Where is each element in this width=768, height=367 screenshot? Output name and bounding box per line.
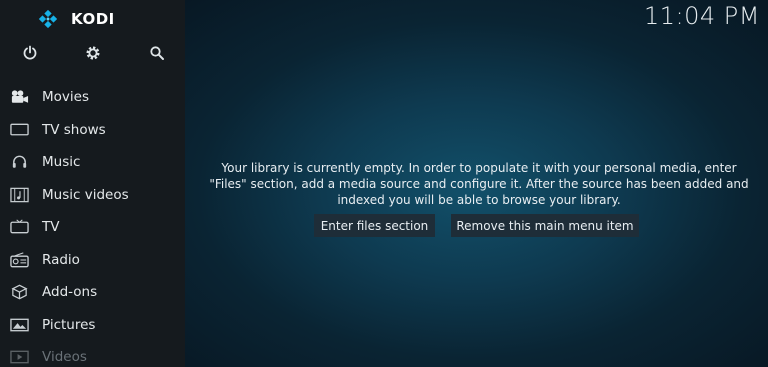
sidebar-item-label: Radio (42, 251, 80, 268)
music-videos-icon (9, 186, 29, 204)
sidebar-item-videos[interactable]: Videos (0, 341, 185, 367)
sidebar-item-label: TV shows (42, 121, 106, 138)
message-line: Your library is currently empty. In orde… (221, 161, 737, 175)
clock: 11:04 PM (644, 2, 760, 30)
pictures-icon (9, 316, 29, 334)
sidebar-item-music[interactable]: Music (0, 146, 185, 179)
empty-library-message: Your library is currently empty. In orde… (190, 160, 768, 208)
movie-camera-icon (9, 88, 29, 106)
radio-icon (9, 251, 29, 269)
videos-icon (9, 348, 29, 366)
message-line: indexed you will be able to browse your … (337, 193, 621, 207)
top-icon-bar (0, 44, 185, 64)
addons-box-icon (9, 283, 29, 301)
sidebar-item-label: Music (42, 154, 81, 171)
sidebar-item-movies[interactable]: Movies (0, 81, 185, 114)
gear-icon[interactable] (84, 44, 102, 62)
sidebar-item-label: Add-ons (42, 284, 98, 301)
sidebar-item-radio[interactable]: Radio (0, 244, 185, 277)
tv-shows-icon (9, 121, 29, 139)
sidebar-item-pictures[interactable]: Pictures (0, 309, 185, 342)
power-icon[interactable] (21, 44, 39, 62)
app-name: KODI (71, 10, 115, 28)
sidebar-item-label: Videos (42, 349, 87, 366)
remove-menu-item-button[interactable]: Remove this main menu item (451, 214, 639, 237)
sidebar-item-tv[interactable]: TV (0, 211, 185, 244)
tv-icon (9, 218, 29, 236)
sidebar-item-add-ons[interactable]: Add-ons (0, 276, 185, 309)
sidebar-item-label: Movies (42, 89, 89, 106)
search-icon[interactable] (148, 44, 166, 62)
sidebar-item-label: Pictures (42, 316, 96, 333)
enter-files-section-button[interactable]: Enter files section (314, 214, 435, 237)
kodi-logo-icon (38, 9, 58, 29)
main-menu: Movies TV shows Music Music videos TV Ra… (0, 81, 185, 367)
message-line: "Files" section, add a media source and … (209, 177, 749, 191)
sidebar: KODI Movies TV shows Music Music videos … (0, 0, 185, 367)
sidebar-item-tv-shows[interactable]: TV shows (0, 114, 185, 147)
kodi-logo[interactable]: KODI (37, 8, 115, 30)
sidebar-item-music-videos[interactable]: Music videos (0, 179, 185, 212)
headphones-icon (9, 153, 29, 171)
sidebar-item-label: Music videos (42, 186, 129, 203)
sidebar-item-label: TV (42, 219, 60, 236)
